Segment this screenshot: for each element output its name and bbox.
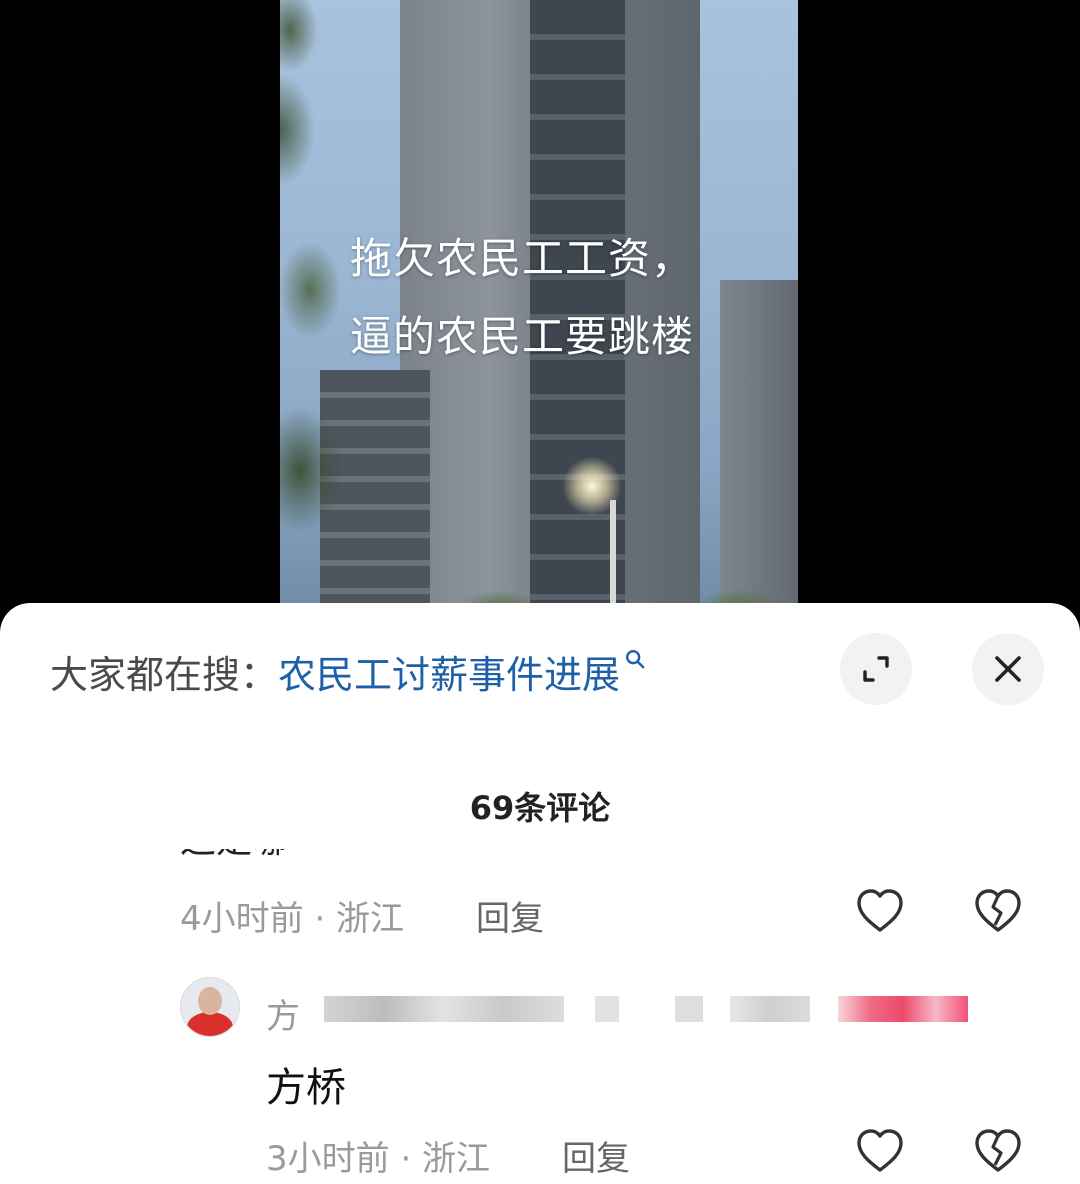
trending-search[interactable]: 大家都在搜： 农民工讨薪事件进展: [50, 643, 646, 699]
search-icon: [626, 650, 645, 669]
heart-icon[interactable]: [854, 887, 906, 935]
reply-button[interactable]: 回复: [562, 1131, 630, 1180]
close-icon: [995, 656, 1021, 682]
avatar[interactable]: [180, 977, 240, 1037]
caption-line-2: 逼的农民工要跳楼: [350, 312, 695, 361]
caption-line-1: 拖欠农民工工资，: [350, 234, 695, 283]
comment-text-partial: 这是哪: [180, 849, 288, 861]
video-caption: 拖欠农民工工资， 逼的农民工要跳楼: [350, 220, 790, 376]
reply-button[interactable]: 回复: [476, 891, 544, 940]
comment-sheet: 大家都在搜： 农民工讨薪事件进展 69条评论 这是哪 4小时前 · 浙江: [0, 603, 1080, 1184]
user-badge-blurred: [838, 996, 968, 1022]
expand-icon: [863, 656, 889, 682]
username-blurred: [675, 996, 703, 1022]
close-button[interactable]: [972, 633, 1044, 705]
username-blurred: [730, 996, 810, 1022]
heart-icon[interactable]: [854, 1127, 906, 1175]
comment-text: 方桥: [266, 1065, 346, 1111]
comment-meta: 4小时前 · 浙江: [180, 899, 405, 939]
trending-search-query[interactable]: 农民工讨薪事件进展: [278, 644, 620, 699]
expand-button[interactable]: [840, 633, 912, 705]
broken-heart-icon[interactable]: [972, 887, 1024, 935]
comment-count-title: 69条评论: [469, 789, 611, 827]
screen: 拖欠农民工工资， 逼的农民工要跳楼 大家都在搜： 农民工讨薪事件进展 69条评论…: [0, 0, 1080, 1184]
trending-search-label: 大家都在搜：: [50, 652, 279, 697]
username-blurred: [595, 996, 619, 1022]
comment-meta: 3小时前 · 浙江: [266, 1139, 491, 1179]
video-player[interactable]: 拖欠农民工工资， 逼的农民工要跳楼: [280, 0, 798, 620]
username-blurred: [324, 996, 564, 1022]
broken-heart-icon[interactable]: [972, 1127, 1024, 1175]
username[interactable]: 方: [266, 989, 300, 1038]
